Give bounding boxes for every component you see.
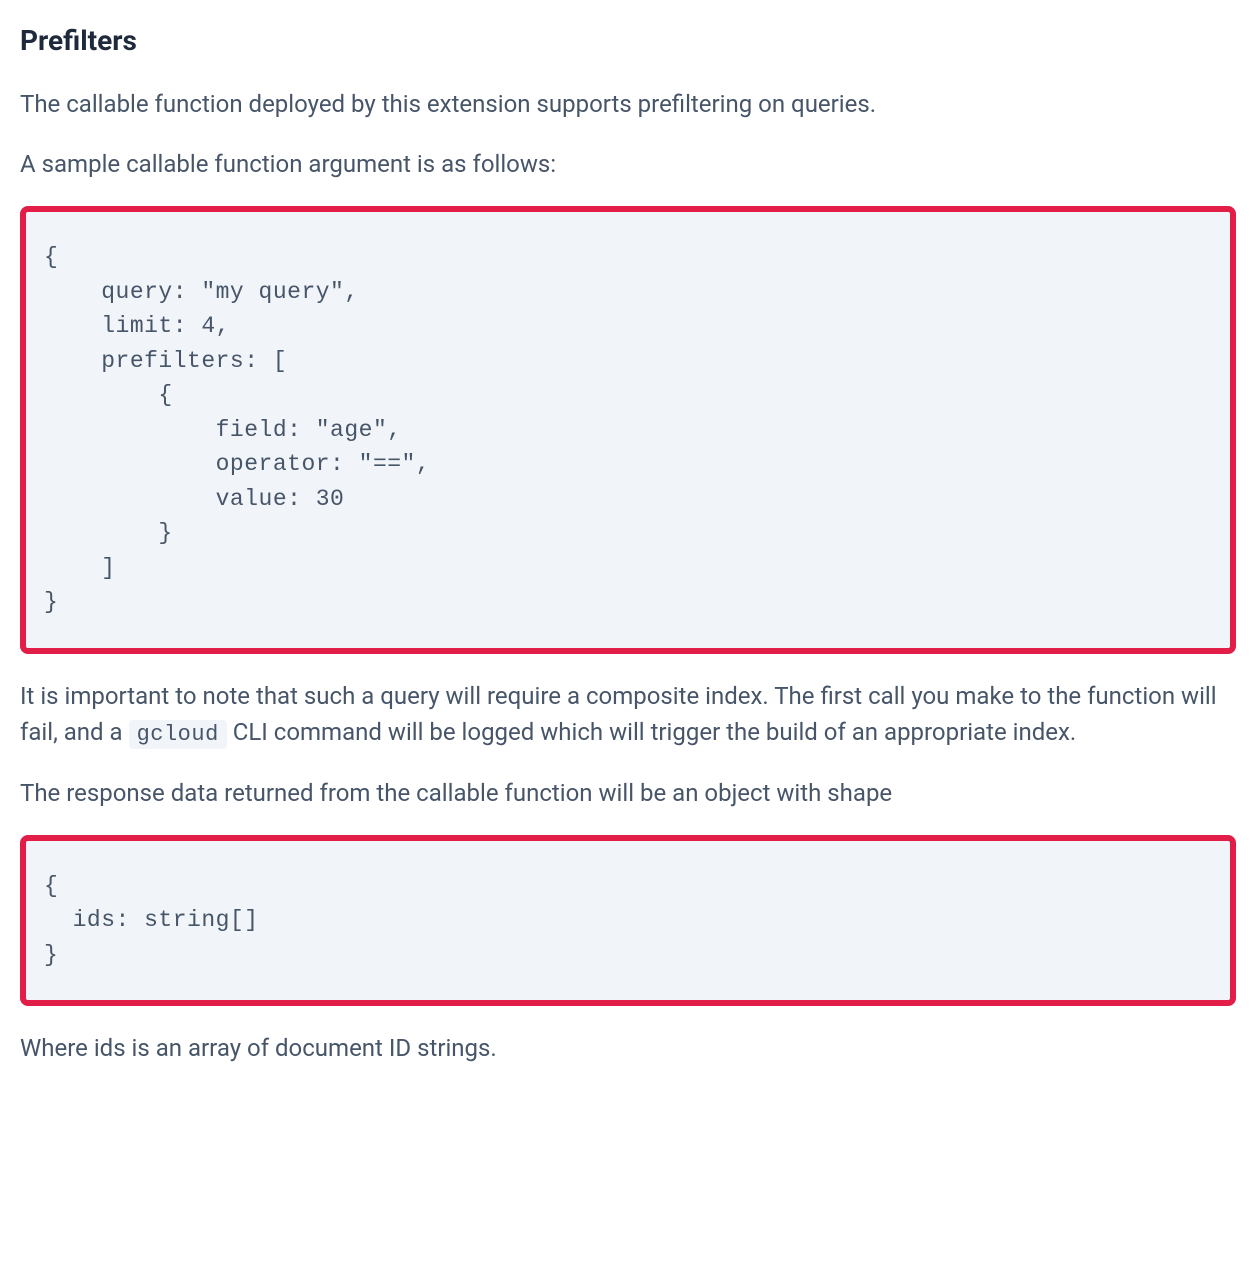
sample-intro-paragraph: A sample callable function argument is a…	[20, 146, 1236, 182]
response-shape-code: { ids: string[] }	[20, 835, 1236, 1007]
sample-argument-code: { query: "my query", limit: 4, prefilter…	[20, 206, 1236, 654]
response-intro-paragraph: The response data returned from the call…	[20, 775, 1236, 811]
section-heading: Prefilters	[20, 20, 1236, 62]
intro-paragraph: The callable function deployed by this e…	[20, 86, 1236, 122]
ids-explanation-paragraph: Where ids is an array of document ID str…	[20, 1030, 1236, 1066]
composite-index-paragraph: It is important to note that such a quer…	[20, 678, 1236, 751]
text-segment: CLI command will be logged which will tr…	[227, 718, 1076, 746]
gcloud-inline-code: gcloud	[129, 720, 227, 749]
